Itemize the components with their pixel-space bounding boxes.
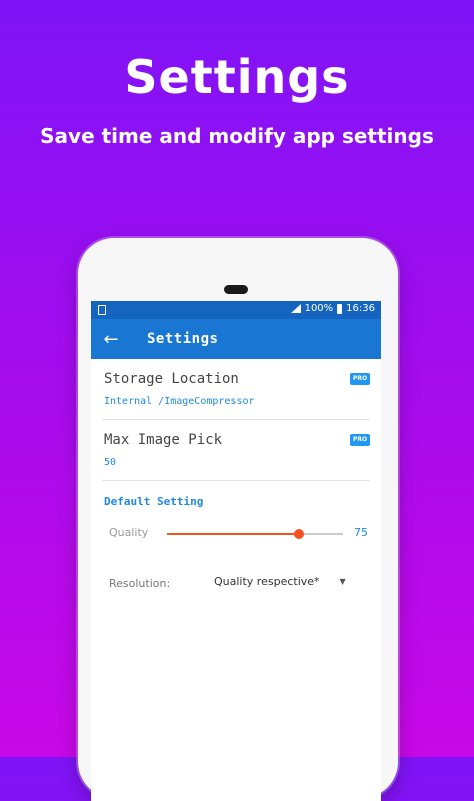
resolution-dropdown[interactable]: Quality respective* ▼ (214, 575, 346, 588)
status-time: 16:36 (346, 303, 375, 314)
pro-badge: PRO (350, 373, 370, 385)
battery-icon (337, 303, 343, 314)
quality-slider-row: Quality 75 (91, 512, 381, 552)
arrow-left-icon[interactable]: ← (91, 329, 131, 350)
status-bar: 100% 16:36 (91, 301, 381, 319)
section-header-default-setting: Default Setting (104, 495, 204, 508)
phone-speaker (224, 285, 248, 294)
resolution-selected: Quality respective* (214, 575, 320, 588)
pref-summary: Internal /ImageCompressor (104, 396, 255, 407)
quality-slider[interactable] (167, 529, 343, 539)
phone-frame: 100% 16:36 ← Settings Storage Location I… (78, 238, 398, 801)
quality-slider-thumb[interactable] (294, 529, 304, 539)
resolution-row: Resolution: Quality respective* ▼ (91, 564, 381, 604)
chevron-down-icon: ▼ (339, 577, 346, 586)
promo-subtitle: Save time and modify app settings (40, 124, 434, 148)
app-bar: ← Settings (91, 319, 381, 359)
page-title: Settings (147, 331, 219, 347)
pref-title: Storage Location (104, 371, 239, 387)
pref-summary: 50 (104, 457, 117, 468)
quality-label: Quality (109, 526, 149, 539)
quality-slider-fill (167, 533, 299, 535)
pref-max-image-pick[interactable]: Max Image Pick 50 PRO (102, 420, 370, 481)
quality-value: 75 (354, 526, 368, 539)
pref-storage-location[interactable]: Storage Location Internal /ImageCompress… (102, 359, 370, 420)
resolution-label: Resolution: (109, 577, 171, 590)
signal-icon (290, 303, 301, 314)
sim-card-icon (98, 305, 106, 315)
battery-percent: 100% (304, 303, 334, 314)
pro-badge: PRO (350, 434, 370, 446)
pref-title: Max Image Pick (104, 432, 223, 448)
promo-title: Settings (124, 50, 350, 104)
app-screen: 100% 16:36 ← Settings Storage Location I… (91, 301, 381, 801)
